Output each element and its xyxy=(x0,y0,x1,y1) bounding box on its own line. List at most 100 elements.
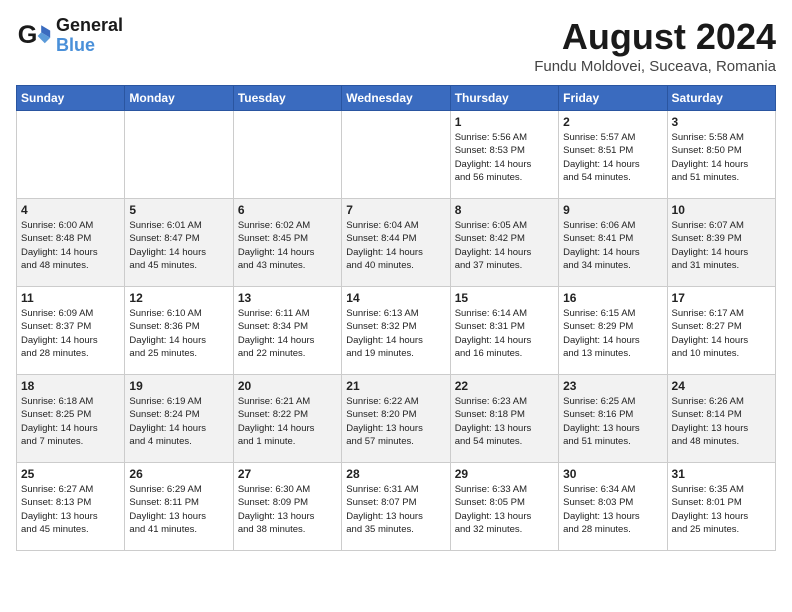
calendar-cell: 23 Sunrise: 6:25 AM Sunset: 8:16 PM Dayli… xyxy=(559,375,667,463)
calendar-cell: 30 Sunrise: 6:34 AM Sunset: 8:03 PM Dayli… xyxy=(559,463,667,551)
day-info: Sunrise: 6:07 AM Sunset: 8:39 PM Dayligh… xyxy=(672,219,771,272)
day-info: Sunrise: 6:17 AM Sunset: 8:27 PM Dayligh… xyxy=(672,307,771,360)
day-info: Sunrise: 6:31 AM Sunset: 8:07 PM Dayligh… xyxy=(346,483,445,536)
calendar-cell: 14 Sunrise: 6:13 AM Sunset: 8:32 PM Dayli… xyxy=(342,287,450,375)
calendar-cell: 17 Sunrise: 6:17 AM Sunset: 8:27 PM Dayli… xyxy=(667,287,775,375)
subtitle: Fundu Moldovei, Suceava, Romania xyxy=(534,58,776,75)
day-number: 29 xyxy=(455,467,554,481)
calendar-week-4: 25 Sunrise: 6:27 AM Sunset: 8:13 PM Dayli… xyxy=(17,463,776,551)
day-header-sunday: Sunday xyxy=(17,86,125,111)
day-number: 18 xyxy=(21,379,120,393)
day-info: Sunrise: 6:09 AM Sunset: 8:37 PM Dayligh… xyxy=(21,307,120,360)
day-number: 2 xyxy=(563,115,662,129)
calendar-body: 1Sunrise: 5:56 AM Sunset: 8:53 PM Daylig… xyxy=(17,111,776,551)
day-number: 24 xyxy=(672,379,771,393)
calendar-header-row: SundayMondayTuesdayWednesdayThursdayFrid… xyxy=(17,86,776,111)
day-info: Sunrise: 6:26 AM Sunset: 8:14 PM Dayligh… xyxy=(672,395,771,448)
day-number: 9 xyxy=(563,203,662,217)
calendar-week-0: 1Sunrise: 5:56 AM Sunset: 8:53 PM Daylig… xyxy=(17,111,776,199)
day-info: Sunrise: 6:05 AM Sunset: 8:42 PM Dayligh… xyxy=(455,219,554,272)
day-number: 21 xyxy=(346,379,445,393)
calendar-cell: 6 Sunrise: 6:02 AM Sunset: 8:45 PM Daylig… xyxy=(233,199,341,287)
calendar-cell: 1Sunrise: 5:56 AM Sunset: 8:53 PM Daylig… xyxy=(450,111,558,199)
day-info: Sunrise: 6:04 AM Sunset: 8:44 PM Dayligh… xyxy=(346,219,445,272)
calendar-cell: 7 Sunrise: 6:04 AM Sunset: 8:44 PM Daylig… xyxy=(342,199,450,287)
day-info: Sunrise: 6:23 AM Sunset: 8:18 PM Dayligh… xyxy=(455,395,554,448)
day-header-wednesday: Wednesday xyxy=(342,86,450,111)
calendar-cell: 29 Sunrise: 6:33 AM Sunset: 8:05 PM Dayli… xyxy=(450,463,558,551)
day-number: 26 xyxy=(129,467,228,481)
day-info: Sunrise: 6:06 AM Sunset: 8:41 PM Dayligh… xyxy=(563,219,662,272)
calendar-cell: 20Sunrise: 6:21 AM Sunset: 8:22 PM Dayli… xyxy=(233,375,341,463)
calendar-cell: 2 Sunrise: 5:57 AM Sunset: 8:51 PM Daylig… xyxy=(559,111,667,199)
day-number: 22 xyxy=(455,379,554,393)
day-number: 19 xyxy=(129,379,228,393)
day-number: 13 xyxy=(238,291,337,305)
day-number: 14 xyxy=(346,291,445,305)
day-header-saturday: Saturday xyxy=(667,86,775,111)
day-number: 7 xyxy=(346,203,445,217)
day-header-thursday: Thursday xyxy=(450,86,558,111)
day-info: Sunrise: 6:22 AM Sunset: 8:20 PM Dayligh… xyxy=(346,395,445,448)
calendar-cell: 21 Sunrise: 6:22 AM Sunset: 8:20 PM Dayli… xyxy=(342,375,450,463)
day-info: Sunrise: 6:25 AM Sunset: 8:16 PM Dayligh… xyxy=(563,395,662,448)
day-info: Sunrise: 6:30 AM Sunset: 8:09 PM Dayligh… xyxy=(238,483,337,536)
day-info: Sunrise: 6:33 AM Sunset: 8:05 PM Dayligh… xyxy=(455,483,554,536)
calendar-cell: 19 Sunrise: 6:19 AM Sunset: 8:24 PM Dayli… xyxy=(125,375,233,463)
day-number: 12 xyxy=(129,291,228,305)
day-number: 28 xyxy=(346,467,445,481)
day-info: Sunrise: 6:21 AM Sunset: 8:22 PM Dayligh… xyxy=(238,395,337,448)
day-info: Sunrise: 6:00 AM Sunset: 8:48 PM Dayligh… xyxy=(21,219,120,272)
calendar-cell: 15Sunrise: 6:14 AM Sunset: 8:31 PM Dayli… xyxy=(450,287,558,375)
calendar-cell: 18Sunrise: 6:18 AM Sunset: 8:25 PM Dayli… xyxy=(17,375,125,463)
day-number: 3 xyxy=(672,115,771,129)
calendar-cell: 31Sunrise: 6:35 AM Sunset: 8:01 PM Dayli… xyxy=(667,463,775,551)
day-info: Sunrise: 6:02 AM Sunset: 8:45 PM Dayligh… xyxy=(238,219,337,272)
day-number: 16 xyxy=(563,291,662,305)
day-number: 1 xyxy=(455,115,554,129)
day-header-monday: Monday xyxy=(125,86,233,111)
calendar-cell: 16 Sunrise: 6:15 AM Sunset: 8:29 PM Dayli… xyxy=(559,287,667,375)
header: G General Blue August 2024 Fundu Moldove… xyxy=(16,16,776,75)
day-info: Sunrise: 6:15 AM Sunset: 8:29 PM Dayligh… xyxy=(563,307,662,360)
calendar-cell xyxy=(342,111,450,199)
calendar-cell: 25 Sunrise: 6:27 AM Sunset: 8:13 PM Dayli… xyxy=(17,463,125,551)
day-info: Sunrise: 6:27 AM Sunset: 8:13 PM Dayligh… xyxy=(21,483,120,536)
day-info: Sunrise: 6:19 AM Sunset: 8:24 PM Dayligh… xyxy=(129,395,228,448)
day-number: 6 xyxy=(238,203,337,217)
day-info: Sunrise: 6:10 AM Sunset: 8:36 PM Dayligh… xyxy=(129,307,228,360)
day-number: 15 xyxy=(455,291,554,305)
day-header-tuesday: Tuesday xyxy=(233,86,341,111)
calendar-cell: 28 Sunrise: 6:31 AM Sunset: 8:07 PM Dayli… xyxy=(342,463,450,551)
day-number: 11 xyxy=(21,291,120,305)
day-number: 10 xyxy=(672,203,771,217)
calendar-cell: 3 Sunrise: 5:58 AM Sunset: 8:50 PM Daylig… xyxy=(667,111,775,199)
calendar-cell: 5 Sunrise: 6:01 AM Sunset: 8:47 PM Daylig… xyxy=(125,199,233,287)
day-info: Sunrise: 6:13 AM Sunset: 8:32 PM Dayligh… xyxy=(346,307,445,360)
day-info: Sunrise: 6:11 AM Sunset: 8:34 PM Dayligh… xyxy=(238,307,337,360)
logo: G General Blue xyxy=(16,16,123,56)
day-number: 31 xyxy=(672,467,771,481)
day-info: Sunrise: 6:01 AM Sunset: 8:47 PM Dayligh… xyxy=(129,219,228,272)
day-info: Sunrise: 6:29 AM Sunset: 8:11 PM Dayligh… xyxy=(129,483,228,536)
title-block: August 2024 Fundu Moldovei, Suceava, Rom… xyxy=(534,16,776,75)
day-number: 25 xyxy=(21,467,120,481)
calendar-cell xyxy=(233,111,341,199)
day-number: 8 xyxy=(455,203,554,217)
day-info: Sunrise: 6:34 AM Sunset: 8:03 PM Dayligh… xyxy=(563,483,662,536)
calendar-cell: 4Sunrise: 6:00 AM Sunset: 8:48 PM Daylig… xyxy=(17,199,125,287)
calendar-cell: 11 Sunrise: 6:09 AM Sunset: 8:37 PM Dayli… xyxy=(17,287,125,375)
calendar-cell: 10 Sunrise: 6:07 AM Sunset: 8:39 PM Dayli… xyxy=(667,199,775,287)
calendar-cell: 9 Sunrise: 6:06 AM Sunset: 8:41 PM Daylig… xyxy=(559,199,667,287)
day-number: 27 xyxy=(238,467,337,481)
calendar-cell: 13 Sunrise: 6:11 AM Sunset: 8:34 PM Dayli… xyxy=(233,287,341,375)
day-number: 30 xyxy=(563,467,662,481)
calendar-week-1: 4Sunrise: 6:00 AM Sunset: 8:48 PM Daylig… xyxy=(17,199,776,287)
calendar-cell xyxy=(125,111,233,199)
day-number: 23 xyxy=(563,379,662,393)
logo-line2: Blue xyxy=(56,35,95,55)
day-number: 17 xyxy=(672,291,771,305)
day-info: Sunrise: 5:58 AM Sunset: 8:50 PM Dayligh… xyxy=(672,131,771,184)
day-info: Sunrise: 5:57 AM Sunset: 8:51 PM Dayligh… xyxy=(563,131,662,184)
day-number: 5 xyxy=(129,203,228,217)
